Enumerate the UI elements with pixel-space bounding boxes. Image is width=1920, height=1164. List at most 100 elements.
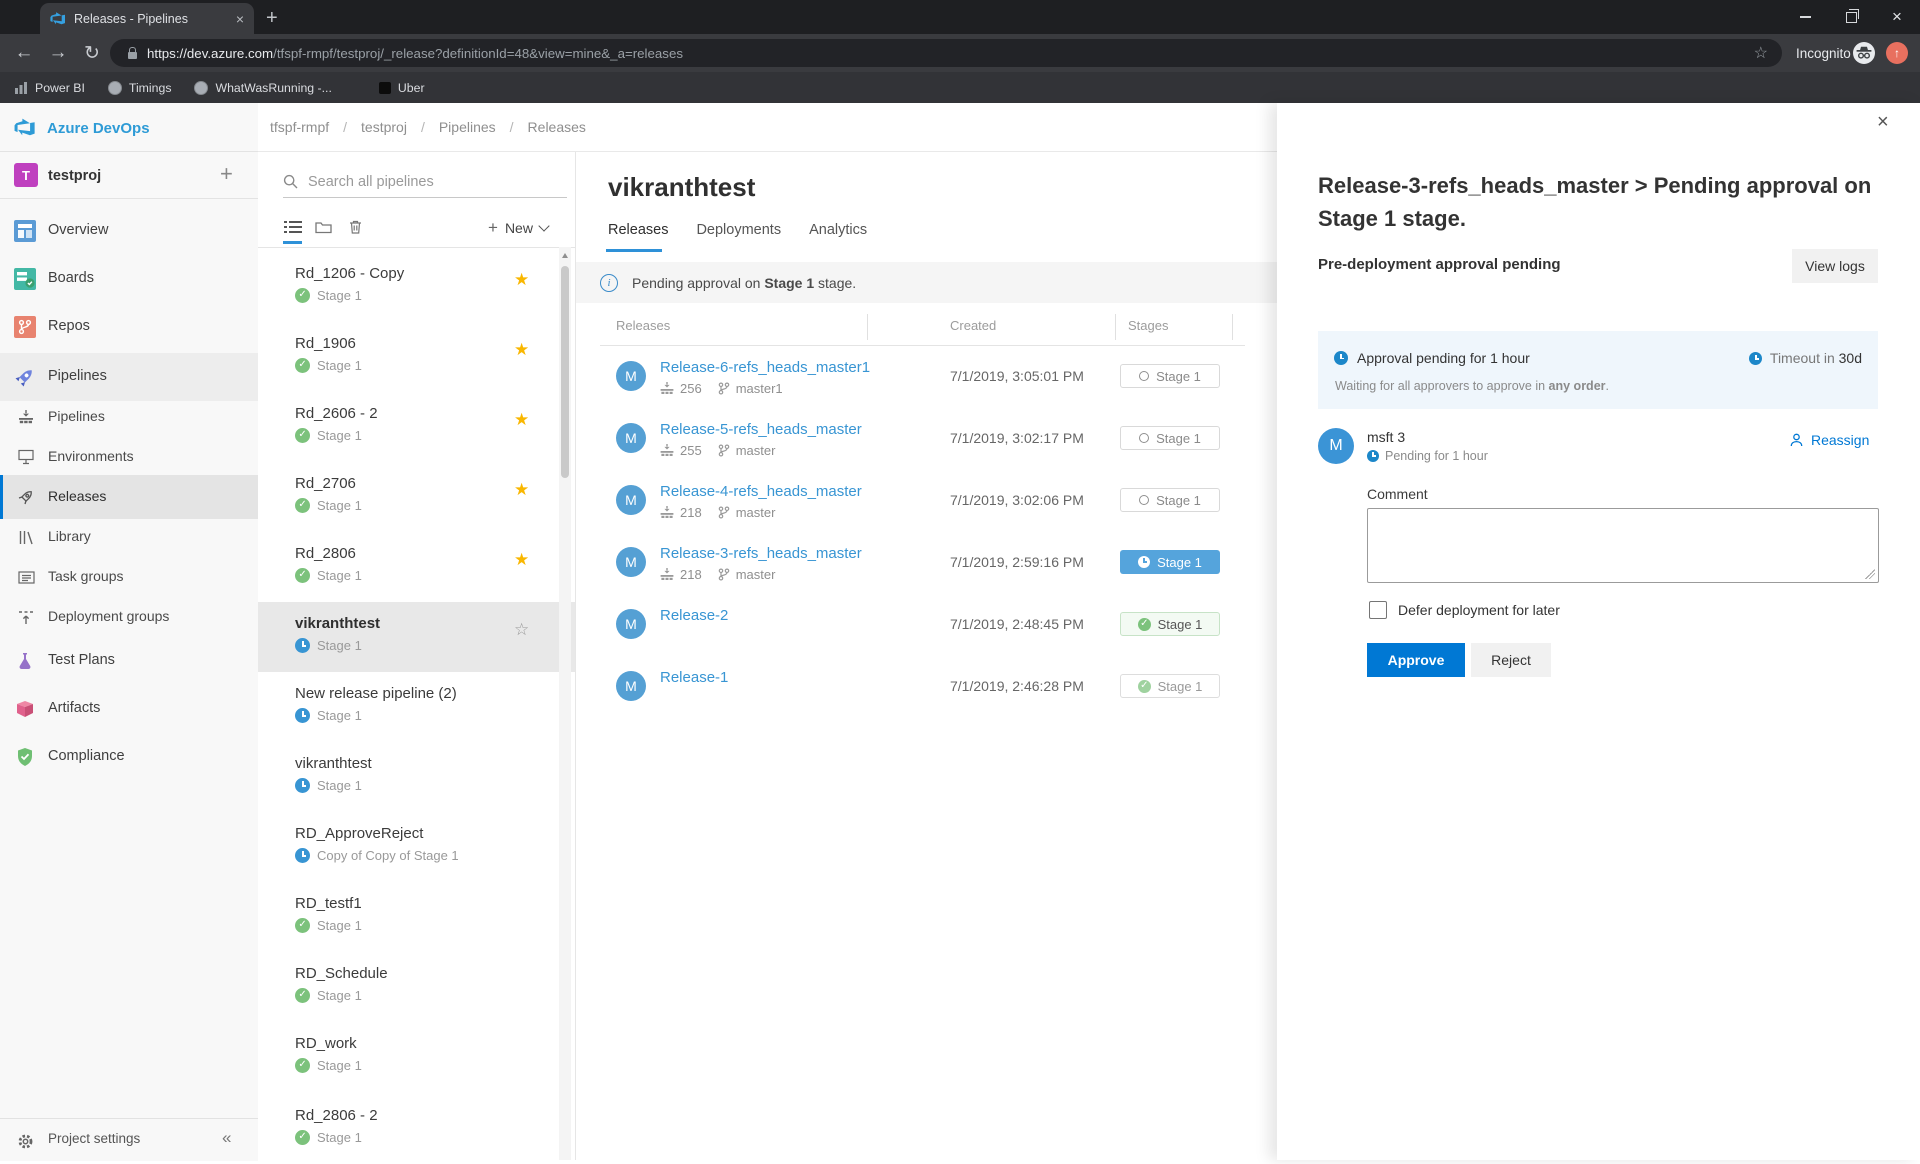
list-view-icon[interactable] [283, 218, 303, 236]
breadcrumb-releases[interactable]: Releases [528, 119, 586, 135]
sidebar-item-repos[interactable]: Repos [0, 305, 258, 349]
table-row[interactable]: M Release-4-refs_heads_master 218 master… [576, 469, 1277, 531]
collapse-icon[interactable]: « [222, 1128, 231, 1148]
pipeline-list-item[interactable]: New release pipeline (2) Stage 1 [258, 672, 575, 742]
table-row[interactable]: M Release-3-refs_heads_master 218 master… [576, 531, 1277, 593]
pipeline-list-item[interactable]: RD_ApproveReject Copy of Copy of Stage 1 [258, 812, 575, 882]
sidebar-item-pipelines-group[interactable]: Pipelines [0, 355, 258, 399]
pipeline-list-item[interactable]: Rd_2806 - 2 Stage 1 [258, 1094, 575, 1164]
pipeline-list-item[interactable]: RD_Schedule Stage 1 [258, 952, 575, 1022]
pipeline-list-item-selected[interactable]: vikranthtest Stage 1 ☆ [258, 602, 575, 672]
tab-releases[interactable]: Releases [608, 222, 668, 238]
pipeline-list-item[interactable]: Rd_2706 Stage 1 ★ [258, 462, 575, 532]
stage-badge[interactable]: Stage 1 [1120, 488, 1220, 512]
trash-icon[interactable] [345, 218, 365, 236]
azure-devops-home[interactable]: Azure DevOps [14, 117, 150, 139]
view-logs-button[interactable]: View logs [1792, 249, 1878, 283]
stage-badge[interactable]: Stage 1 [1120, 426, 1220, 450]
bookmark-uber[interactable]: Uber [378, 81, 425, 95]
bookmark-power-bi[interactable]: Power BI [14, 81, 85, 95]
scrollbar[interactable] [559, 247, 571, 1160]
release-link[interactable]: Release-6-refs_heads_master1 [660, 359, 870, 376]
sidebar-item-pipelines[interactable]: Pipelines [0, 397, 258, 437]
pipeline-list-item[interactable]: Rd_2606 - 2 Stage 1 ★ [258, 392, 575, 462]
browser-tab[interactable]: Releases - Pipelines × [40, 3, 254, 34]
sidebar-project[interactable]: T testproj + [0, 155, 258, 197]
sidebar-item-deployment-groups[interactable]: Deployment groups [0, 597, 258, 637]
not-deployed-icon [1139, 433, 1150, 443]
tab-analytics[interactable]: Analytics [809, 222, 867, 238]
pipeline-list-item[interactable]: RD_testf1 Stage 1 [258, 882, 575, 952]
favorite-star-icon[interactable]: ☆ [514, 620, 529, 640]
favorite-star-icon[interactable]: ★ [514, 410, 529, 430]
release-link[interactable]: Release-4-refs_heads_master [660, 483, 862, 500]
reload-button[interactable]: ↻ [76, 34, 108, 72]
add-icon[interactable]: + [220, 161, 233, 187]
defer-checkbox[interactable] [1369, 601, 1387, 619]
defer-deployment-option[interactable]: Defer deployment for later [1369, 601, 1560, 619]
release-link[interactable]: Release-1 [660, 669, 728, 686]
window-minimize-button[interactable] [1782, 0, 1828, 34]
bookmark-timings[interactable]: Timings [107, 80, 171, 95]
window-restore-button[interactable] [1828, 0, 1874, 34]
favorite-star-icon[interactable]: ★ [514, 480, 529, 500]
table-row[interactable]: M Release-2 7/1/2019, 2:48:45 PM Stage 1 [576, 593, 1277, 655]
scrollbar-thumb[interactable] [561, 266, 569, 478]
search-box[interactable] [283, 166, 567, 198]
stage-badge-in-progress[interactable]: Stage 1 [1120, 550, 1220, 574]
sidebar-item-environments[interactable]: Environments [0, 437, 258, 477]
sidebar-item-artifacts[interactable]: Artifacts [0, 687, 258, 731]
repos-icon [14, 316, 36, 338]
breadcrumb-pipelines[interactable]: Pipelines [439, 119, 496, 135]
sidebar-item-task-groups[interactable]: Task groups [0, 557, 258, 597]
sidebar-item-releases[interactable]: Releases [0, 477, 258, 517]
pipeline-list-item[interactable]: vikranthtest Stage 1 [258, 742, 575, 812]
forward-button[interactable]: → [42, 34, 74, 72]
comment-textarea[interactable] [1367, 508, 1879, 583]
table-row[interactable]: M Release-6-refs_heads_master1 256 maste… [576, 345, 1277, 407]
sidebar-item-overview[interactable]: Overview [0, 209, 258, 253]
breadcrumb-org[interactable]: tfspf-rmpf [270, 119, 329, 135]
sidebar-item-library[interactable]: Library [0, 517, 258, 557]
table-row[interactable]: M Release-1 7/1/2019, 2:46:28 PM Stage 1 [576, 655, 1277, 717]
sidebar-item-test-plans[interactable]: Test Plans [0, 639, 258, 683]
pipeline-list-item[interactable]: RD_work Stage 1 [258, 1022, 575, 1092]
reject-button[interactable]: Reject [1471, 643, 1551, 677]
reassign-button[interactable]: Reassign [1790, 432, 1869, 448]
favorite-star-icon[interactable]: ★ [514, 340, 529, 360]
pipeline-list-item[interactable]: Rd_1906 Stage 1 ★ [258, 322, 575, 392]
approve-button[interactable]: Approve [1367, 643, 1465, 677]
new-pipeline-button[interactable]: + New [488, 218, 550, 238]
pipeline-list-item[interactable]: Rd_1206 - Copy Stage 1 ★ [258, 252, 575, 322]
stage-badge[interactable]: Stage 1 [1120, 364, 1220, 388]
release-link[interactable]: Release-2 [660, 607, 728, 624]
pipeline-list-item[interactable]: Rd_2806 Stage 1 ★ [258, 532, 575, 602]
project-settings-bar[interactable]: Project settings « [0, 1118, 258, 1161]
table-row[interactable]: M Release-5-refs_heads_master 255 master… [576, 407, 1277, 469]
succeeded-icon [295, 1058, 310, 1073]
breadcrumb-project[interactable]: testproj [361, 119, 407, 135]
panel-close-icon[interactable]: × [1877, 111, 1889, 134]
new-tab-button[interactable]: + [266, 3, 278, 33]
search-input[interactable] [306, 172, 540, 191]
tab-deployments[interactable]: Deployments [696, 222, 781, 238]
bookmark-whatwasrunning[interactable]: WhatWasRunning -... [194, 80, 332, 95]
scroll-up-icon[interactable] [562, 253, 568, 258]
tab-close-icon[interactable]: × [236, 11, 244, 27]
release-link[interactable]: Release-3-refs_heads_master [660, 545, 862, 562]
bookmark-star-icon[interactable]: ☆ [1754, 43, 1768, 63]
window-close-button[interactable]: × [1874, 0, 1920, 34]
back-button[interactable]: ← [8, 34, 40, 72]
sidebar-item-compliance[interactable]: Compliance [0, 735, 258, 779]
release-link[interactable]: Release-5-refs_heads_master [660, 421, 862, 438]
stage-badge-succeeded-muted[interactable]: Stage 1 [1120, 674, 1220, 698]
favorite-star-icon[interactable]: ★ [514, 550, 529, 570]
browser-tab-strip: Releases - Pipelines × + × [0, 0, 1920, 34]
stage-badge-succeeded[interactable]: Stage 1 [1120, 612, 1220, 636]
folder-view-icon[interactable] [313, 218, 333, 236]
browser-update-avatar[interactable]: ↑ [1886, 42, 1908, 64]
resize-grip-icon[interactable] [1865, 569, 1875, 579]
sidebar-item-boards[interactable]: Boards [0, 257, 258, 301]
address-bar[interactable]: https://dev.azure.com/tfspf-rmpf/testpro… [110, 39, 1782, 67]
favorite-star-icon[interactable]: ★ [514, 270, 529, 290]
